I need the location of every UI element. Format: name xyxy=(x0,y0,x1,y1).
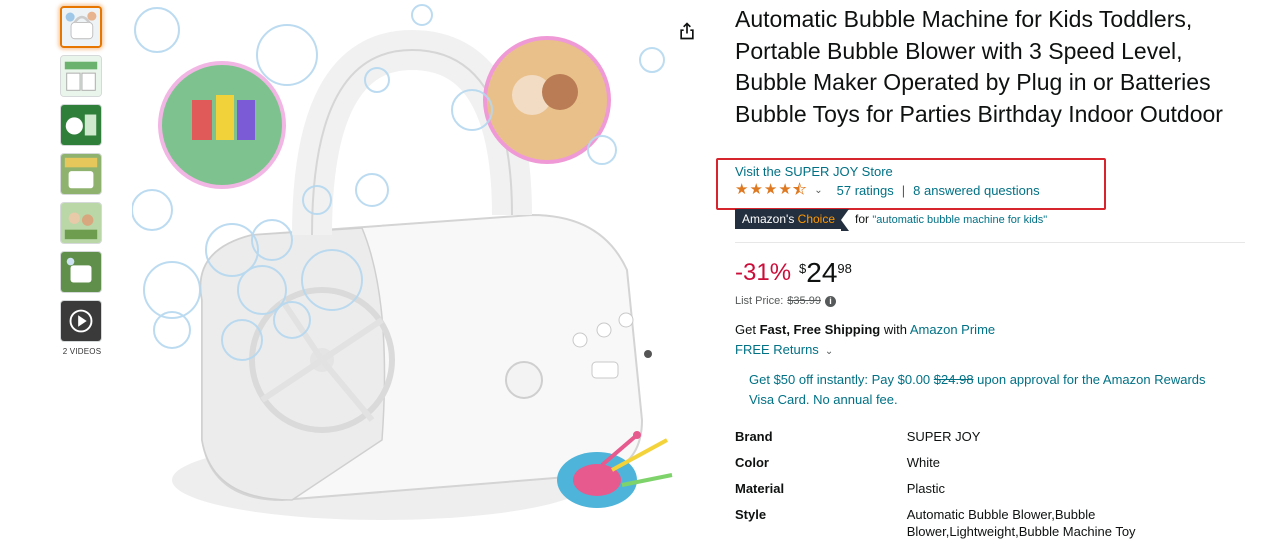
amazon-prime-link[interactable]: Amazon Prime xyxy=(910,322,995,337)
product-details: Automatic Bubble Machine for Kids Toddle… xyxy=(735,4,1255,539)
list-price: List Price: $35.99 i xyxy=(735,295,836,307)
spec-key: Material xyxy=(735,481,785,496)
choice-search-term-link[interactable]: "automatic bubble machine for kids" xyxy=(872,214,1047,226)
list-price-value: $35.99 xyxy=(787,295,821,307)
chevron-down-icon: ⌄ xyxy=(824,346,834,357)
thumbnail-video[interactable] xyxy=(60,300,102,342)
spec-key: Style xyxy=(735,507,767,522)
product-title: Automatic Bubble Machine for Kids Toddle… xyxy=(735,6,1223,127)
spec-value: SUPER JOY xyxy=(906,429,981,444)
thumbnail-6[interactable] xyxy=(60,251,102,293)
price-symbol: $ xyxy=(799,261,807,276)
thumbnail-3[interactable] xyxy=(60,104,102,146)
spec-key: Color xyxy=(735,455,769,470)
choice-for-label: for "automatic bubble machine for kids" xyxy=(855,212,1048,226)
share-button[interactable] xyxy=(670,14,704,48)
thumbnail-strip: 2 VIDEOS xyxy=(60,6,104,356)
rating-row: ★ ★ ★ ★ ★ ⌄ 57 ratings | 8 answered ques… xyxy=(735,181,1040,198)
thumbnail-4[interactable] xyxy=(60,153,102,195)
price-row: -31% $ 24 98 xyxy=(735,258,852,288)
discount-percent: -31% xyxy=(735,259,792,286)
videos-label: 2 VIDEOS xyxy=(62,347,102,356)
visa-promo[interactable]: Get $50 off instantly: Pay $0.00 $24.98 … xyxy=(749,370,1219,409)
thumbnail-2[interactable] xyxy=(60,55,102,97)
free-returns[interactable]: FREE Returns ⌄ xyxy=(735,342,833,357)
divider xyxy=(735,242,1245,243)
spec-value: Automatic Bubble Blower,Bubble Blower,Li… xyxy=(906,507,1136,539)
thumbnail-5[interactable] xyxy=(60,202,102,244)
amazons-choice-row: Amazon's Choice for "automatic bubble ma… xyxy=(735,209,1048,231)
star-full-icon: ★ xyxy=(763,181,778,198)
list-price-label: List Price: xyxy=(735,295,784,307)
star-rating[interactable]: ★ ★ ★ ★ ★ xyxy=(735,181,807,198)
answered-questions-link[interactable]: 8 answered questions xyxy=(913,183,1039,198)
rating-separator: | xyxy=(901,182,906,198)
share-icon xyxy=(680,22,694,40)
ratings-count-link[interactable]: 57 ratings xyxy=(837,183,894,198)
star-full-icon: ★ xyxy=(778,181,792,198)
info-icon[interactable]: i xyxy=(824,295,836,307)
spec-row: Material Plastic xyxy=(735,480,1235,506)
product-specs-table: Brand SUPER JOY Color White Material Pla… xyxy=(735,428,1235,544)
spec-key: Brand xyxy=(735,429,773,444)
amazons-choice-badge: Amazon's Choice xyxy=(735,209,850,231)
choice-badge-word: Choice xyxy=(797,212,836,226)
shipping-info: Get Fast, Free Shipping with Amazon Prim… xyxy=(735,322,996,337)
spec-row: Color White xyxy=(735,454,1235,480)
store-link[interactable]: Visit the SUPER JOY Store xyxy=(735,164,893,179)
fast-free-shipping: Fast, Free Shipping xyxy=(759,322,881,337)
star-full-icon: ★ xyxy=(735,181,749,198)
price-whole: 24 xyxy=(806,257,838,288)
star-full-icon: ★ xyxy=(749,181,763,198)
spec-row: Brand SUPER JOY xyxy=(735,428,1235,454)
main-product-image[interactable] xyxy=(132,0,688,544)
spec-value: Plastic xyxy=(906,481,945,496)
choice-badge-brand: Amazon's xyxy=(742,212,795,226)
thumbnail-1[interactable] xyxy=(60,6,102,48)
rating-chevron-down-icon[interactable]: ⌄ xyxy=(814,185,822,196)
spec-value: White xyxy=(906,455,940,470)
spec-row: Style Automatic Bubble Blower,Bubble Blo… xyxy=(735,506,1235,544)
star-half-icon: ★ xyxy=(792,181,807,198)
price-fraction: 98 xyxy=(837,261,852,276)
